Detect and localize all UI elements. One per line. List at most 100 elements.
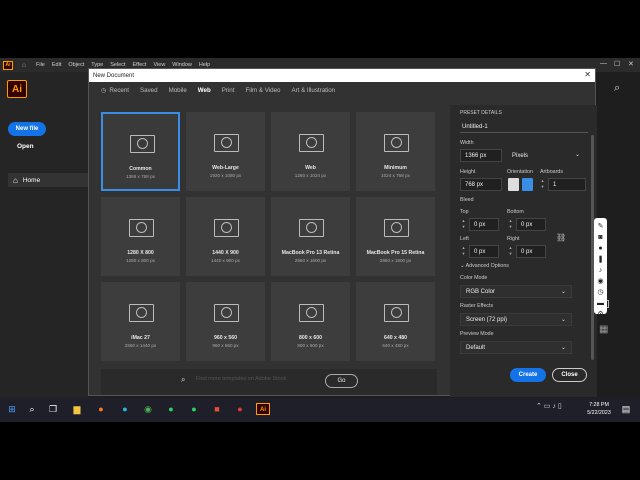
artboards-stepper-icon[interactable]: ▴ ▾ — [539, 178, 546, 191]
web-document-icon — [384, 304, 409, 322]
tab-print[interactable]: Print — [222, 87, 235, 94]
raster-effects-dropdown[interactable]: Screen (72 ppi) ⌄ — [460, 313, 572, 326]
apps-grid-icon[interactable]: ▦ — [599, 324, 608, 335]
firefox-icon[interactable]: ● — [95, 403, 107, 415]
settings-icon[interactable]: ⚙ — [597, 309, 603, 320]
preset-card[interactable]: 960 x 560 960 x 560 px — [186, 282, 265, 361]
notifications-icon[interactable]: ▤ — [620, 403, 632, 415]
bleed-top-field[interactable]: 0 px — [469, 218, 499, 231]
right-stepper-icon[interactable]: ▴ ▾ — [507, 245, 514, 258]
maximize-icon[interactable]: ☐ — [614, 60, 620, 68]
tab-art-illustration[interactable]: Art & Illustration — [291, 87, 335, 94]
minimize-icon[interactable]: — — [600, 60, 607, 67]
color-mode-dropdown[interactable]: RGB Color ⌄ — [460, 285, 572, 298]
edge-icon[interactable]: ● — [119, 403, 131, 415]
orientation-label: Orientation — [507, 169, 533, 175]
camera-icon[interactable]: ◙ — [598, 232, 602, 243]
left-stepper-icon[interactable]: ▴ ▾ — [460, 245, 467, 258]
whatsapp-icon[interactable]: ● — [165, 403, 177, 415]
preview-mode-dropdown[interactable]: Default ⌄ — [460, 341, 572, 354]
template-search-input[interactable]: Find more templates on Adobe Stock — [196, 376, 286, 382]
web-document-icon — [299, 134, 324, 152]
link-icon[interactable]: ⛓ — [556, 233, 566, 242]
landscape-orientation-icon[interactable] — [522, 178, 533, 191]
pause-icon[interactable]: ❚ — [598, 254, 604, 265]
file-explorer-icon[interactable]: ▆ — [71, 403, 83, 415]
bleed-right-field[interactable]: 0 px — [516, 245, 546, 258]
tab-saved[interactable]: Saved — [140, 87, 158, 94]
preset-card[interactable]: Common 1366 x 768 px — [101, 112, 180, 191]
taskbar-clock[interactable]: 7:28 PM 5/22/2023 — [584, 401, 614, 417]
menu-file[interactable]: File — [36, 62, 45, 68]
preset-card[interactable]: 640 x 480 640 x 480 px — [356, 282, 435, 361]
chrome-icon[interactable]: ◉ — [142, 403, 154, 415]
tab-film-video[interactable]: Film & Video — [245, 87, 280, 94]
preset-card[interactable]: Web-Large 1920 x 1080 px — [186, 112, 265, 191]
search-icon: ⌕ — [181, 375, 186, 384]
timer-icon[interactable]: ◷ — [597, 287, 603, 298]
document-name-field[interactable]: Untitled-1 — [462, 124, 488, 130]
search-icon[interactable]: ⌕ — [614, 82, 620, 95]
floating-recorder-toolbar: ✎ ◙ ● ❚ ♪ ◉ ◷ ▬ ⚙ — [594, 218, 607, 318]
units-dropdown[interactable]: Pixels ⌄ — [507, 149, 585, 162]
app-icon[interactable]: ■ — [211, 403, 223, 415]
close-icon[interactable]: ✕ — [584, 70, 591, 79]
system-tray[interactable]: ⌃ ▭ ♪ ▯ — [536, 402, 562, 410]
web-document-icon — [129, 304, 154, 322]
preset-card[interactable]: MacBook Pro 13 Retina 2560 x 1600 px — [271, 197, 350, 276]
task-view-icon[interactable]: ❐ — [47, 403, 59, 415]
preset-card[interactable]: 1440 X 900 1440 x 900 px — [186, 197, 265, 276]
record-icon[interactable]: ● — [598, 243, 602, 254]
close-button[interactable]: Close — [552, 368, 587, 382]
webcam-icon[interactable]: ◉ — [597, 276, 603, 287]
microphone-icon[interactable]: ♪ — [599, 265, 603, 276]
preset-card[interactable]: 1280 X 800 1280 x 800 px — [101, 197, 180, 276]
preset-card[interactable]: Minimum 1024 x 768 px — [356, 112, 435, 191]
bleed-right-label: Right — [507, 236, 520, 242]
illustrator-taskbar-icon[interactable]: Ai — [256, 403, 270, 415]
web-document-icon — [129, 219, 154, 237]
open-button[interactable]: Open — [17, 143, 34, 150]
whatsapp-business-icon[interactable]: ● — [188, 403, 200, 415]
preset-details-panel: PRESET DETAILS Untitled-1 Width 1366 px … — [450, 105, 597, 397]
bleed-bottom-field[interactable]: 0 px — [516, 218, 546, 231]
create-button[interactable]: Create — [510, 368, 546, 382]
new-file-button[interactable]: New file — [8, 122, 46, 136]
preset-card[interactable]: Web 1280 x 1024 px — [271, 112, 350, 191]
top-stepper-icon[interactable]: ▴ ▾ — [460, 218, 467, 231]
web-document-icon — [384, 134, 409, 152]
tab-mobile[interactable]: Mobile — [169, 87, 187, 94]
app-window: Ai ⌂ File Edit Object Type Select Effect… — [0, 58, 640, 422]
web-document-icon — [299, 219, 324, 237]
windows-taskbar: ⊞ ⌕ ❐ ▆ ● ● ◉ ● ● ■ ● Ai ⌃ ▭ ♪ ▯ 7:28 PM… — [0, 398, 640, 422]
folder-icon[interactable]: ▬ — [597, 298, 604, 309]
width-field[interactable]: 1366 px — [460, 149, 502, 162]
preset-card[interactable]: 800 x 600 800 x 600 px — [271, 282, 350, 361]
height-label: Height — [460, 169, 476, 175]
clock-date: 5/22/2023 — [587, 410, 611, 416]
preset-name: 640 x 480 — [383, 335, 408, 341]
close-window-icon[interactable]: ✕ — [628, 60, 634, 68]
preset-size: 2880 x 1800 px — [379, 258, 412, 263]
home-icon[interactable]: ⌂ — [19, 61, 29, 70]
tab-recent[interactable]: ◷ Recent — [101, 87, 129, 94]
tab-web[interactable]: Web — [198, 87, 211, 94]
sidebar-item-home[interactable]: ⌂ Home — [8, 173, 88, 187]
start-icon[interactable]: ⊞ — [6, 403, 18, 415]
artboards-field[interactable]: 1 — [548, 178, 586, 191]
height-field[interactable]: 768 px — [460, 178, 502, 191]
pen-icon[interactable]: ✎ — [598, 221, 604, 232]
menu-object[interactable]: Object — [68, 62, 84, 68]
portrait-orientation-icon[interactable] — [508, 178, 519, 191]
advanced-options-toggle[interactable]: ⌄ Advanced Options — [460, 263, 509, 269]
preset-card[interactable]: iMac 27 2560 x 1440 px — [101, 282, 180, 361]
preset-card[interactable]: MacBook Pro 15 Retina 2880 x 1800 px — [356, 197, 435, 276]
go-button[interactable]: Go — [325, 374, 358, 388]
menu-edit[interactable]: Edit — [52, 62, 61, 68]
bottom-stepper-icon[interactable]: ▴ ▾ — [507, 218, 514, 231]
home-icon: ⌂ — [13, 175, 18, 185]
preset-name: Web — [305, 165, 316, 171]
bleed-left-field[interactable]: 0 px — [469, 245, 499, 258]
recorder-icon[interactable]: ● — [234, 403, 246, 415]
search-icon[interactable]: ⌕ — [26, 403, 38, 415]
